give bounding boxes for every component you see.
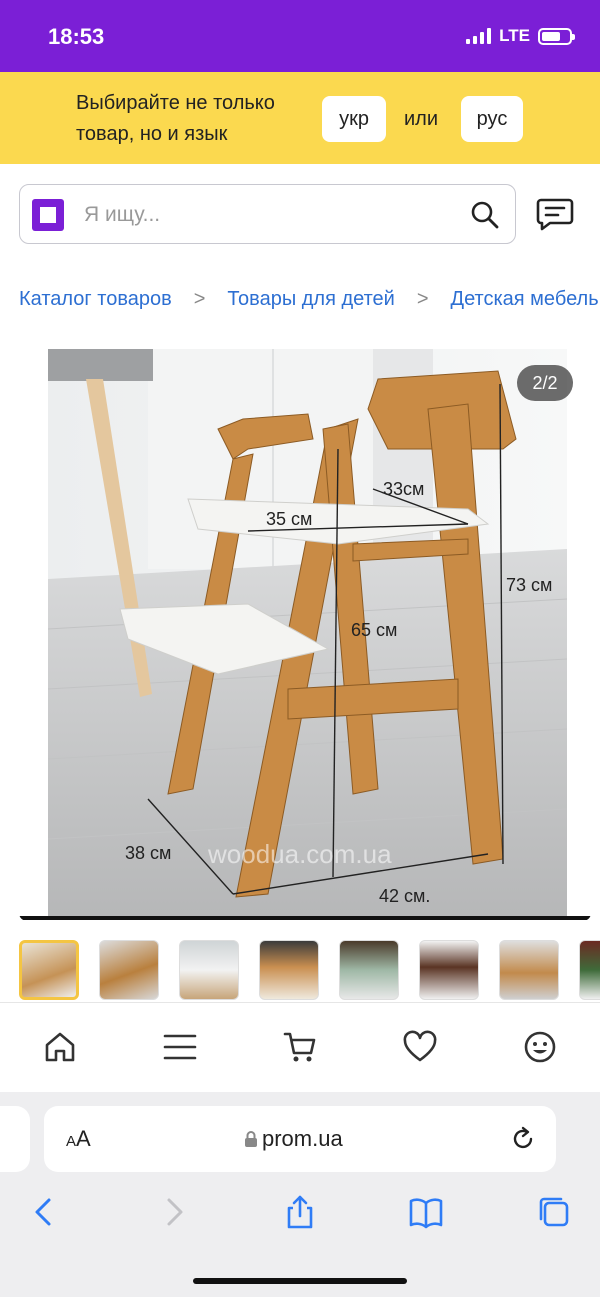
base-width-label: 42 см. [379,886,431,906]
heart-icon[interactable] [402,1029,438,1065]
thumbnail[interactable] [19,940,79,1000]
thumbnail[interactable] [499,940,559,1000]
breadcrumb: Каталог товаров > Товары для детей > Дет… [19,284,600,314]
photo-bottom-edge [19,916,591,920]
prom-logo[interactable] [32,199,64,231]
share-icon[interactable] [282,1194,318,1230]
home-indicator [193,1278,407,1284]
back-icon[interactable] [26,1194,62,1230]
network-label: LTE [499,26,530,45]
thumbnail[interactable] [99,940,159,1000]
search-input[interactable] [84,199,444,231]
thumbnail-strip[interactable] [19,940,600,1002]
battery-icon [538,27,575,45]
thumbnail[interactable] [579,940,600,1000]
bottom-nav [0,1002,600,1092]
url-text: prom.ua [262,1126,343,1151]
or-label: или [404,108,439,130]
product-gallery[interactable]: 35 см 33см 73 см 65 см 38 см 42 см. wood… [19,349,591,921]
product-photo: 35 см 33см 73 см 65 см 38 см 42 см. wood… [48,349,567,917]
status-bar: 18:53 LTE [0,0,600,72]
watermark: woodua.com.ua [208,839,392,869]
tabs-icon[interactable] [536,1194,572,1230]
seat-width-label: 35 см [266,509,313,529]
language-banner: Выбирайте не только товар, но и язык укр… [0,72,600,164]
seat-depth-label: 33см [383,479,425,499]
search-icon[interactable] [469,199,501,231]
front-height-label: 65 см [351,620,398,640]
forward-icon[interactable] [156,1194,192,1230]
status-indicators: LTE [466,26,575,46]
reload-icon[interactable] [510,1126,536,1152]
thumbnail[interactable] [419,940,479,1000]
chevron-right-icon: > [416,287,429,310]
lock-icon [245,1131,257,1147]
browser-toolbar: AA prom.ua [0,1092,600,1297]
breadcrumb-catalog[interactable]: Каталог товаров [19,288,172,311]
image-counter: 2/2 [517,365,573,401]
thumbnail[interactable] [179,940,239,1000]
base-depth-label: 38 см [125,843,172,863]
thumbnail[interactable] [339,940,399,1000]
search-box[interactable] [19,184,516,244]
language-banner-text: Выбирайте не только товар, но и язык [76,92,275,145]
text-size-button[interactable]: AA [66,1126,91,1152]
ukr-language-button[interactable]: укр [322,96,386,142]
thumbnail[interactable] [259,940,319,1000]
address-bar[interactable]: AA prom.ua [44,1106,556,1172]
rus-language-button[interactable]: рус [461,96,523,142]
previous-tab[interactable] [0,1106,30,1172]
bookmarks-icon[interactable] [408,1194,444,1230]
cart-icon[interactable] [282,1029,318,1065]
status-time: 18:53 [48,24,105,49]
signal-icon [466,28,492,44]
menu-icon[interactable] [162,1029,198,1065]
total-height-label: 73 см [506,575,553,595]
breadcrumb-kids-goods[interactable]: Товары для детей [227,288,394,311]
chevron-right-icon: > [193,287,206,310]
home-icon[interactable] [42,1029,78,1065]
chat-icon[interactable] [536,196,574,232]
breadcrumb-kids-furniture[interactable]: Детская мебель [451,288,599,311]
url-display[interactable]: prom.ua [244,1126,343,1152]
smiley-icon[interactable] [522,1029,558,1065]
